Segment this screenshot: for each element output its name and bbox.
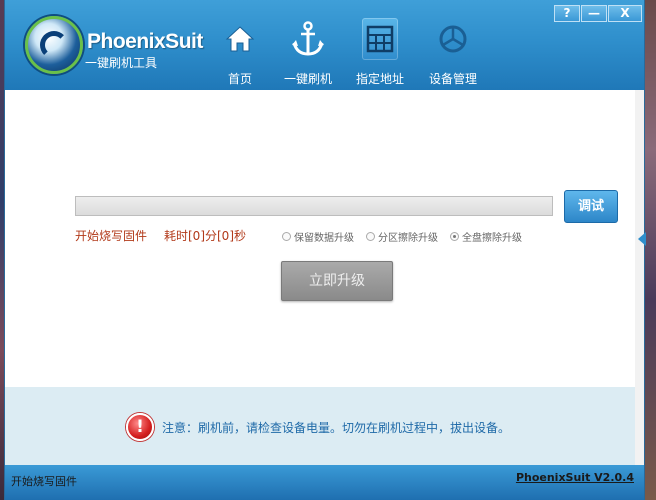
radio-full-erase[interactable]: 全盘擦除升级 xyxy=(450,229,522,244)
nav-label: 一键刷机 xyxy=(283,72,332,86)
home-icon xyxy=(222,18,258,60)
upgrade-now-button[interactable]: 立即升级 xyxy=(281,261,393,301)
elapsed-time-text: 耗时[0]分[0]秒 xyxy=(164,229,246,243)
nav-item-home[interactable]: 首页 xyxy=(207,18,273,88)
grid-icon xyxy=(362,18,398,60)
device-icon xyxy=(435,18,471,60)
radio-indicator xyxy=(366,232,375,241)
phoenix-logo-icon xyxy=(25,16,83,74)
notice-panel: ! 注意：刷机前，请检查设备电量。切勿在刷机过程中，拔出设备。 xyxy=(5,387,635,465)
minimize-button[interactable]: — xyxy=(581,5,607,22)
nav-label: 设备管理 xyxy=(428,72,477,86)
help-button[interactable]: ? xyxy=(554,5,580,22)
anchor-icon xyxy=(290,18,326,60)
main-content: 调试 开始烧写固件 耗时[0]分[0]秒 保留数据升级 分区擦除升级 全盘擦除升… xyxy=(5,90,635,387)
nav-item-flash[interactable]: 一键刷机 xyxy=(275,18,341,88)
status-bar-text: 开始烧写固件 xyxy=(11,475,77,488)
radio-keep-data[interactable]: 保留数据升级 xyxy=(282,229,354,244)
radio-indicator xyxy=(282,232,291,241)
flash-status-text: 开始烧写固件 xyxy=(75,229,148,243)
header: PhoenixSuit 一键刷机工具 首页 一键刷机 指定地址 设备管理 ? —… xyxy=(5,0,644,90)
app-window: PhoenixSuit 一键刷机工具 首页 一键刷机 指定地址 设备管理 ? —… xyxy=(4,0,646,500)
notice-text: 注意：刷机前，请检查设备电量。切勿在刷机过程中，拔出设备。 xyxy=(162,421,511,435)
upgrade-mode-options: 保留数据升级 分区擦除升级 全盘擦除升级 xyxy=(282,229,534,244)
nav-item-device[interactable]: 设备管理 xyxy=(420,18,486,88)
nav-item-address[interactable]: 指定地址 xyxy=(347,18,413,88)
radio-indicator xyxy=(450,232,459,241)
logo: PhoenixSuit 一键刷机工具 xyxy=(19,12,203,78)
nav-label: 首页 xyxy=(227,72,252,86)
radio-label: 分区擦除升级 xyxy=(378,233,438,244)
status-bar: 开始烧写固件 PhoenixSuit V2.0.4 xyxy=(5,465,644,500)
debug-button[interactable]: 调试 xyxy=(564,190,618,223)
progress-bar xyxy=(75,196,553,216)
radio-label: 全盘擦除升级 xyxy=(462,233,522,244)
side-panel-arrow-icon[interactable] xyxy=(638,232,646,246)
app-subtitle: 一键刷机工具 xyxy=(85,56,158,70)
version-link[interactable]: PhoenixSuit V2.0.4 xyxy=(516,471,634,484)
nav-label: 指定地址 xyxy=(355,72,404,86)
radio-label: 保留数据升级 xyxy=(294,233,354,244)
close-button[interactable]: X xyxy=(608,5,642,22)
app-title: PhoenixSuit xyxy=(87,30,203,53)
radio-partition-erase[interactable]: 分区擦除升级 xyxy=(366,229,438,244)
window-controls: ? — X xyxy=(553,5,642,22)
exclamation-icon: ! xyxy=(126,413,154,441)
